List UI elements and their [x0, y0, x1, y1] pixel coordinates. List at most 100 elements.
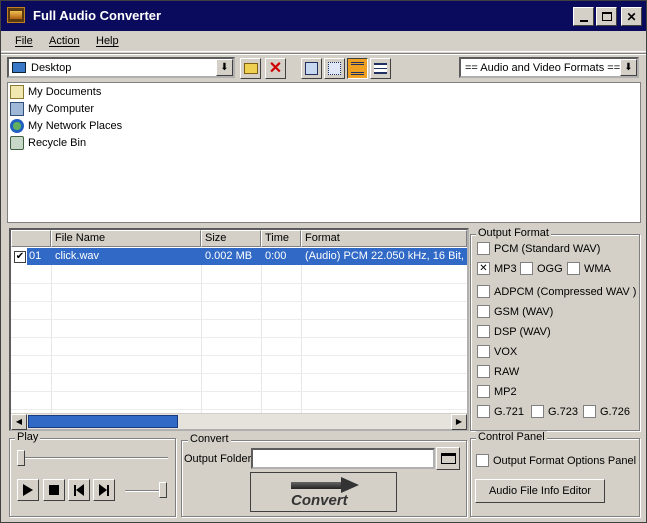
checkbox[interactable]: [477, 405, 490, 418]
option-adpcm[interactable]: ADPCM (Compressed WAV ): [477, 285, 636, 298]
tree-item-my-network-places[interactable]: My Network Places: [10, 118, 122, 134]
list-view-button[interactable]: [347, 58, 368, 79]
menu-action[interactable]: Action: [49, 35, 80, 47]
close-button[interactable]: ✕: [621, 7, 642, 26]
cell-size: 0.002 MB: [205, 250, 253, 262]
checkbox[interactable]: [476, 454, 489, 467]
option-label: VOX: [494, 345, 518, 358]
checkbox-checked-icon[interactable]: ✕: [477, 262, 490, 275]
open-folder-icon: [243, 63, 258, 74]
checkbox[interactable]: [477, 365, 490, 378]
checkbox[interactable]: [477, 325, 490, 338]
menu-help[interactable]: Help: [96, 35, 119, 47]
checkbox[interactable]: [531, 405, 544, 418]
maximize-button[interactable]: [596, 7, 617, 26]
folder-tree[interactable]: My Documents My Computer My Network Plac…: [7, 82, 641, 223]
column-header-file-name[interactable]: File Name: [51, 230, 201, 247]
position-slider[interactable]: [17, 450, 25, 466]
audio-file-info-editor-button[interactable]: Audio File Info Editor: [475, 479, 605, 503]
option-label: MP2: [494, 385, 517, 398]
network-icon: [10, 119, 24, 133]
tree-item-recycle-bin[interactable]: Recycle Bin: [10, 135, 86, 151]
browse-output-folder-button[interactable]: [436, 447, 460, 470]
grid-line: [11, 355, 467, 356]
option-dsp[interactable]: DSP (WAV): [477, 325, 551, 338]
checkbox[interactable]: [477, 345, 490, 358]
option-vox[interactable]: VOX: [477, 345, 517, 358]
minimize-icon: [579, 19, 588, 22]
checkbox[interactable]: [477, 385, 490, 398]
option-raw[interactable]: RAW: [477, 365, 519, 378]
play-button[interactable]: [17, 479, 39, 501]
browse-folder-button[interactable]: [240, 58, 261, 79]
tree-item-my-computer[interactable]: My Computer: [10, 101, 94, 117]
option-gsm[interactable]: GSM (WAV): [477, 305, 553, 318]
output-folder-field[interactable]: [251, 448, 435, 469]
checkbox[interactable]: [583, 405, 596, 418]
cell-time: 0:00: [265, 250, 287, 262]
checkbox[interactable]: [520, 262, 533, 275]
control-panel-title: Control Panel: [476, 431, 547, 443]
option-g726[interactable]: G.726: [583, 405, 630, 418]
column-header-blank[interactable]: [11, 230, 51, 247]
computer-icon: [10, 102, 24, 116]
small-icons-view-button[interactable]: [324, 58, 345, 79]
scroll-right-icon[interactable]: ▶: [451, 414, 467, 430]
documents-icon: [10, 85, 24, 99]
checkbox[interactable]: [477, 242, 490, 255]
file-list[interactable]: File Name Size Time Format ✔ 01 click.wa…: [9, 228, 469, 431]
convert-button[interactable]: Convert: [250, 472, 397, 512]
next-button[interactable]: [93, 479, 115, 501]
grid-line: [11, 301, 467, 302]
option-mp2[interactable]: MP2: [477, 385, 517, 398]
tree-item-label: Recycle Bin: [28, 137, 87, 149]
details-view-button[interactable]: [370, 58, 391, 79]
row-checkbox[interactable]: ✔: [14, 251, 26, 263]
grid-line: [11, 283, 467, 284]
stop-button[interactable]: [43, 479, 65, 501]
option-label: Output Format Options Panel: [493, 454, 637, 467]
location-combo[interactable]: Desktop ⬇: [7, 57, 235, 78]
output-folder-label: Output Folder: [184, 453, 252, 465]
large-icons-view-icon: [305, 62, 318, 75]
option-mp3[interactable]: ✕ MP3: [477, 262, 517, 275]
checkbox[interactable]: [477, 285, 490, 298]
dropdown-arrow-icon[interactable]: ⬇: [216, 59, 233, 76]
previous-button[interactable]: [68, 479, 90, 501]
checkbox[interactable]: [567, 262, 580, 275]
title-bar[interactable]: Full Audio Converter ✕: [1, 1, 646, 31]
option-output-format-options-panel[interactable]: Output Format Options Panel: [476, 454, 636, 467]
horizontal-scrollbar[interactable]: ◀ ▶: [11, 413, 467, 430]
column-header-format[interactable]: Format: [301, 230, 467, 247]
menu-file[interactable]: File: [15, 35, 33, 47]
minimize-button[interactable]: [573, 7, 594, 26]
checkbox[interactable]: [477, 305, 490, 318]
option-label: WMA: [584, 262, 611, 275]
column-header-time[interactable]: Time: [261, 230, 301, 247]
option-pcm[interactable]: PCM (Standard WAV): [477, 242, 600, 255]
option-g721[interactable]: G.721: [477, 405, 524, 418]
arrow-right-icon: [291, 477, 361, 493]
dropdown-arrow-icon[interactable]: ⬇: [620, 59, 637, 76]
grid-line: [11, 337, 467, 338]
column-header-size[interactable]: Size: [201, 230, 261, 247]
scroll-thumb[interactable]: [28, 415, 178, 428]
option-label: G.723: [548, 405, 578, 418]
option-g723[interactable]: G.723: [531, 405, 578, 418]
format-filter-combo[interactable]: == Audio and Video Formats == ⬇: [459, 57, 639, 78]
scroll-left-icon[interactable]: ◀: [11, 414, 27, 430]
remove-button[interactable]: ✕: [265, 58, 286, 79]
option-wma[interactable]: WMA: [567, 262, 611, 275]
tree-item-my-documents[interactable]: My Documents: [10, 84, 101, 100]
table-row[interactable]: 01 click.wav 0.002 MB 0:00 (Audio) PCM 2…: [27, 248, 467, 265]
option-label: RAW: [494, 365, 520, 378]
option-ogg[interactable]: OGG: [520, 262, 563, 275]
option-label: G.726: [600, 405, 630, 418]
cell-format: (Audio) PCM 22.050 kHz, 16 Bit, M: [305, 250, 467, 262]
play-title: Play: [15, 431, 41, 443]
details-view-icon: [374, 63, 387, 74]
volume-slider[interactable]: [159, 482, 167, 498]
format-filter-value: == Audio and Video Formats ==: [465, 62, 621, 74]
maximize-icon: [601, 12, 612, 21]
large-icons-view-button[interactable]: [301, 58, 322, 79]
